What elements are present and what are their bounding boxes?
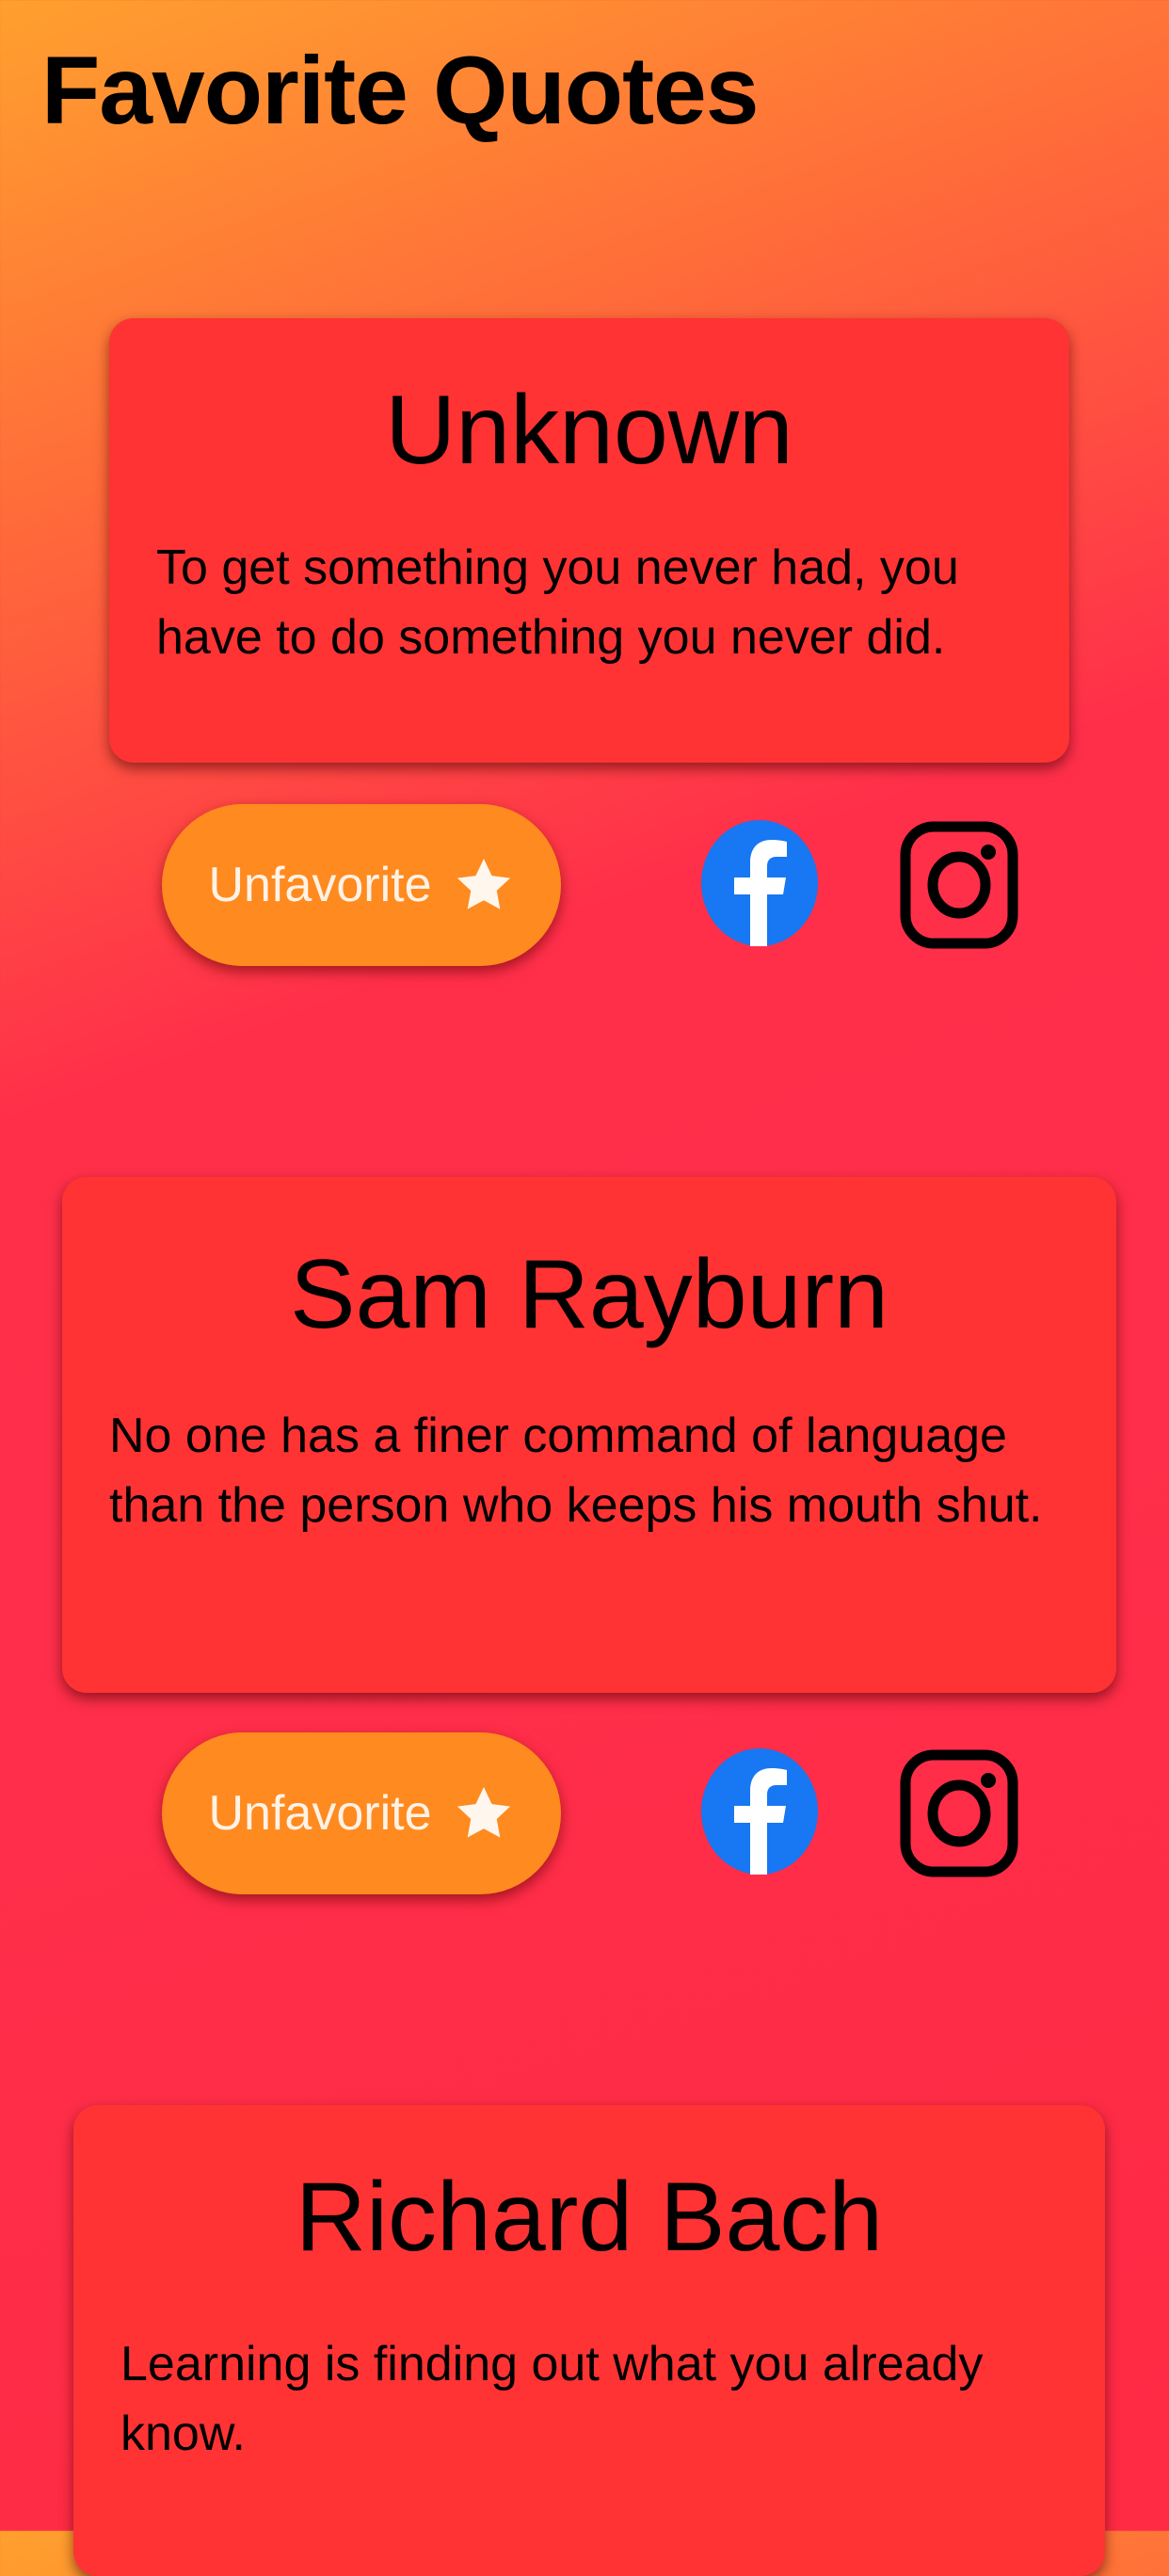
instagram-icon[interactable] — [900, 1749, 1018, 1877]
star-icon — [456, 858, 510, 910]
page-title: Favorite Quotes — [41, 37, 760, 144]
quote-card: Sam Rayburn No one has a finer command o… — [62, 1177, 1116, 1693]
quote-card: Richard Bach Learning is finding out wha… — [73, 2105, 1105, 2576]
star-icon — [456, 1786, 510, 1838]
facebook-icon[interactable] — [700, 1747, 819, 1876]
quote-text: To get something you never had, you have… — [156, 539, 959, 665]
instagram-icon[interactable] — [900, 821, 1018, 949]
quote-text: Learning is finding out what you already… — [120, 2336, 984, 2461]
quote-author: Richard Bach — [295, 2163, 884, 2272]
unfavorite-button[interactable]: Unfavorite — [162, 1732, 561, 1894]
quote-card: Unknown To get something you never had, … — [109, 318, 1069, 763]
unfavorite-button[interactable]: Unfavorite — [162, 804, 561, 966]
quote-text: No one has a finer command of language t… — [109, 1408, 1043, 1533]
unfavorite-button-label: Unfavorite — [208, 858, 432, 912]
quote-author: Unknown — [385, 376, 793, 485]
facebook-icon[interactable] — [700, 819, 819, 947]
unfavorite-button-label: Unfavorite — [208, 1786, 432, 1841]
quote-author: Sam Rayburn — [290, 1240, 889, 1349]
